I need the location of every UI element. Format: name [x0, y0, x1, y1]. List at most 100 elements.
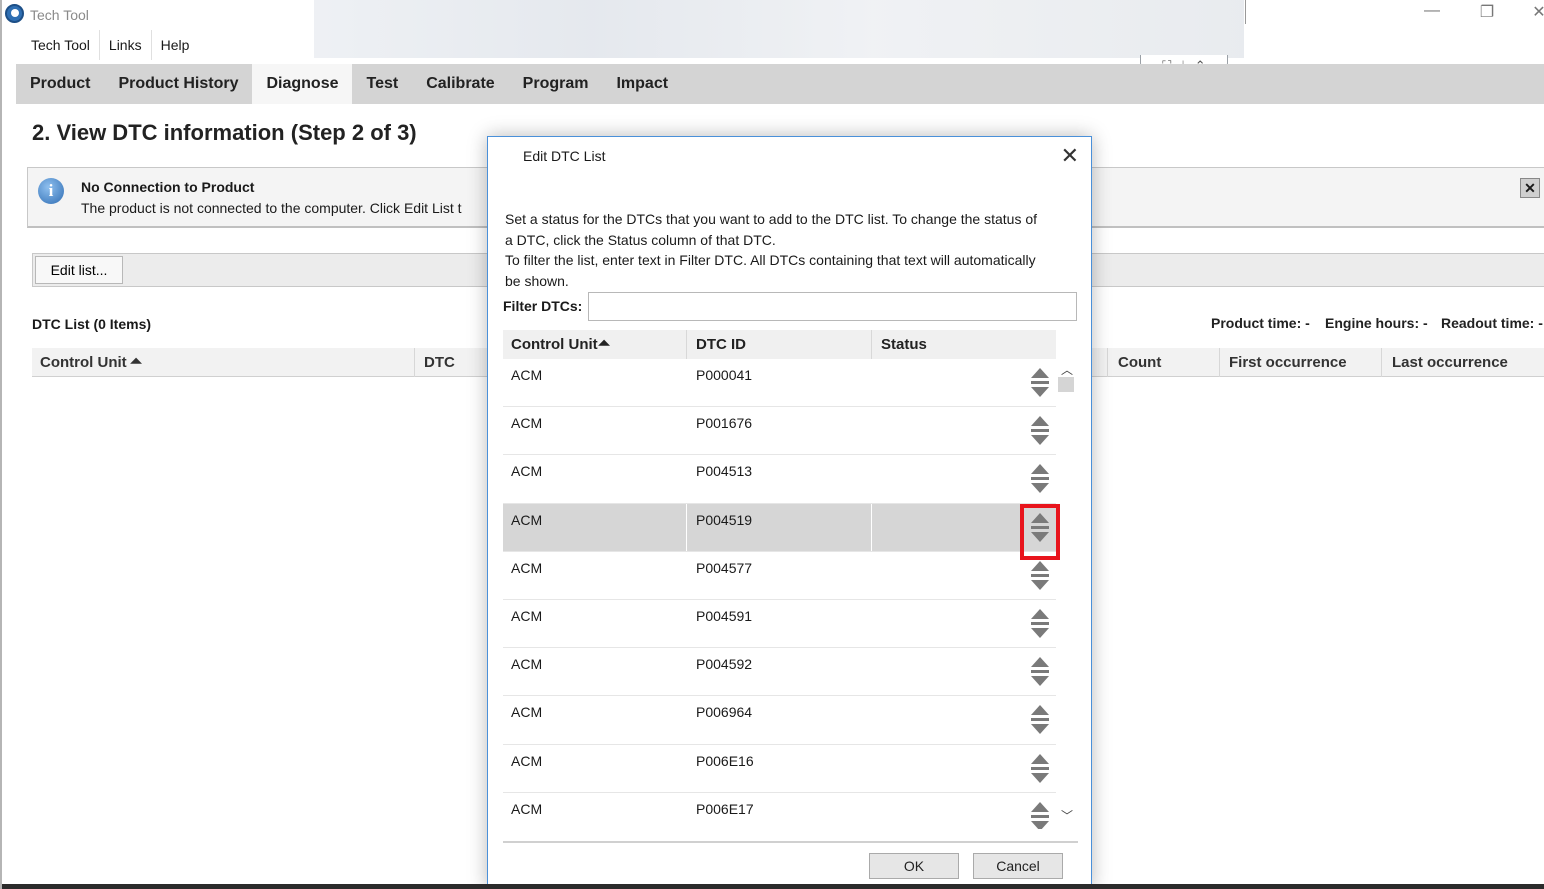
tab-calibrate[interactable]: Calibrate	[412, 64, 508, 104]
title-separator	[1245, 0, 1246, 24]
dtc-row[interactable]: ACM P006964	[503, 696, 1056, 745]
row-dtc-id: P004519	[696, 511, 753, 528]
dialog-scrollbar[interactable]: ︿ ﹀	[1058, 359, 1076, 829]
arrow-up-icon[interactable]	[1031, 705, 1049, 716]
dtc-row[interactable]: ACM P006E17	[503, 792, 1056, 829]
status-stepper-icon[interactable]	[1029, 608, 1051, 641]
status-stepper-icon[interactable]	[1029, 416, 1051, 448]
arrow-down-icon[interactable]	[1031, 387, 1049, 397]
arrow-down-icon[interactable]	[1031, 724, 1049, 735]
restore-icon[interactable]: ❐	[1472, 2, 1502, 22]
stepper-bar	[1031, 573, 1049, 577]
arrow-up-icon[interactable]	[1031, 753, 1049, 764]
row-control-unit: ACM	[511, 559, 543, 576]
col-divider	[871, 551, 872, 599]
status-stepper-icon[interactable]	[1029, 801, 1051, 829]
arrow-up-icon[interactable]	[1031, 801, 1049, 812]
close-dialog-icon[interactable]: ✕	[1061, 143, 1079, 169]
scroll-up-icon[interactable]: ︿	[1061, 361, 1073, 378]
stepper-bar	[1031, 718, 1049, 722]
col-control-unit[interactable]: Control Unit	[511, 336, 598, 353]
dtc-row[interactable]: ACM P000041	[503, 359, 1056, 408]
col-divider	[686, 359, 687, 406]
status-stepper-icon[interactable]	[1029, 705, 1051, 737]
arrow-down-icon[interactable]	[1031, 676, 1049, 687]
scroll-thumb[interactable]	[1058, 377, 1074, 392]
col-last-occurrence[interactable]: Last occurrence	[1392, 354, 1508, 371]
sort-asc-icon[interactable]: ⏶	[598, 335, 610, 352]
filter-dtc-input[interactable]	[588, 292, 1077, 321]
tab-product[interactable]: Product	[16, 64, 104, 104]
col-dtc[interactable]: DTC	[424, 354, 455, 371]
arrow-up-icon[interactable]	[1031, 560, 1049, 571]
dtc-row[interactable]: ACM P004592	[503, 648, 1056, 697]
row-control-unit: ACM	[511, 367, 543, 383]
col-divider	[686, 330, 687, 359]
row-control-unit: ACM	[511, 607, 543, 624]
ok-button[interactable]: OK	[869, 853, 959, 879]
col-first-occurrence[interactable]: First occurrence	[1229, 354, 1347, 371]
app-window: Tech Tool — ❐ ✕ Tech Tool Links Help ⛶ |…	[0, 0, 1544, 889]
info-message: The product is not connected to the comp…	[81, 200, 462, 216]
close-window-icon[interactable]: ✕	[1524, 2, 1544, 22]
status-stepper-icon[interactable]	[1029, 753, 1051, 786]
col-divider	[871, 359, 872, 406]
dtc-row[interactable]: ACM P006E16	[503, 744, 1056, 793]
menu-links[interactable]: Links	[100, 30, 152, 60]
arrow-up-icon[interactable]	[1031, 416, 1049, 427]
stepper-bar	[1031, 381, 1049, 384]
tab-program[interactable]: Program	[509, 64, 603, 104]
status-stepper-icon[interactable]	[1029, 560, 1051, 593]
dtc-row[interactable]: ACM P001676	[503, 407, 1056, 456]
col-divider	[871, 696, 872, 744]
arrow-up-icon[interactable]	[1031, 368, 1049, 378]
minimize-icon[interactable]: —	[1417, 2, 1447, 20]
instruction-line: a DTC, click the Status column of that D…	[505, 231, 776, 248]
tab-diagnose[interactable]: Diagnose	[252, 64, 353, 104]
col-divider	[686, 455, 687, 503]
scroll-down-icon[interactable]: ﹀	[1061, 807, 1073, 824]
col-control-unit[interactable]: Control Unit	[40, 354, 127, 371]
col-divider	[1107, 348, 1108, 377]
arrow-down-icon[interactable]	[1031, 483, 1049, 494]
dtc-row[interactable]: ACM P004591	[503, 599, 1056, 649]
status-stepper-icon[interactable]	[1029, 657, 1051, 689]
sort-asc-icon[interactable]: ⏶	[130, 353, 142, 370]
status-stepper-icon[interactable]	[1029, 368, 1051, 400]
col-divider	[871, 648, 872, 696]
arrow-down-icon[interactable]	[1031, 579, 1049, 590]
arrow-down-icon[interactable]	[1031, 820, 1049, 829]
arrow-down-icon[interactable]	[1031, 435, 1049, 446]
arrow-down-icon[interactable]	[1031, 772, 1049, 783]
tab-impact[interactable]: Impact	[602, 64, 682, 104]
arrow-up-icon[interactable]	[1031, 464, 1049, 475]
col-count[interactable]: Count	[1118, 354, 1161, 371]
dtc-list-label: DTC List (0 Items)	[32, 316, 152, 332]
instruction-line: be shown.	[505, 272, 569, 289]
instruction-line: Set a status for the DTCs that you want …	[505, 211, 1038, 227]
app-logo-icon	[5, 4, 24, 23]
status-stepper-icon[interactable]	[1029, 464, 1051, 496]
col-dtc-id[interactable]: DTC ID	[696, 336, 746, 353]
arrow-down-icon[interactable]	[1031, 627, 1049, 638]
dtc-row[interactable]: ACM P004513	[503, 455, 1056, 504]
stepper-bar	[1031, 814, 1049, 818]
col-status[interactable]: Status	[881, 336, 927, 353]
stepper-bar	[1031, 429, 1049, 433]
close-banner-icon[interactable]: ✕	[1520, 178, 1540, 198]
row-dtc-id: P004591	[696, 607, 753, 624]
col-divider	[686, 792, 687, 829]
dtc-row[interactable]: ACM P004519	[503, 503, 1056, 552]
dtc-row[interactable]: ACM P004577	[503, 551, 1056, 600]
arrow-up-icon[interactable]	[1031, 657, 1049, 668]
row-dtc-id: P000041	[696, 367, 753, 383]
row-dtc-id: P004577	[696, 559, 753, 576]
tab-test[interactable]: Test	[352, 64, 412, 104]
cancel-button[interactable]: Cancel	[973, 853, 1063, 879]
arrow-up-icon[interactable]	[1031, 608, 1049, 619]
menu-tech-tool[interactable]: Tech Tool	[22, 30, 100, 60]
menu-help[interactable]: Help	[152, 30, 199, 60]
tab-product-history[interactable]: Product History	[104, 64, 252, 104]
edit-list-button[interactable]: Edit list...	[35, 256, 123, 284]
col-divider	[871, 503, 872, 551]
